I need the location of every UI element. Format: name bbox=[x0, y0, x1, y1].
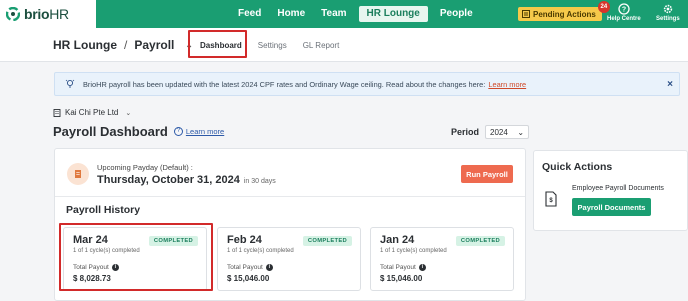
svg-text:$: $ bbox=[549, 198, 553, 204]
payday-label: Upcoming Payday (Default) : bbox=[97, 163, 193, 172]
brand-logo[interactable]: brioHR bbox=[0, 0, 96, 28]
page-title-row: Payroll Dashboard ? Learn more bbox=[53, 124, 224, 139]
chevron-down-icon: ⌄ bbox=[125, 109, 132, 117]
nav-item-home[interactable]: Home bbox=[269, 0, 313, 28]
total-payout-label: Total Payout bbox=[227, 264, 263, 271]
pending-actions-button[interactable]: Pending Actions 24 bbox=[518, 1, 610, 21]
cycle-month: Feb 24 bbox=[227, 234, 262, 246]
banner-text: BrioHR payroll has been updated with the… bbox=[83, 79, 486, 89]
total-payout-amount: $ 15,046.00 bbox=[227, 274, 270, 283]
nav-item-feed[interactable]: Feed bbox=[230, 0, 269, 28]
page-learn-more-link[interactable]: ? Learn more bbox=[173, 127, 225, 136]
cycle-progress-text: 1 of 1 cycle(s) completed bbox=[73, 248, 140, 254]
payroll-history-title: Payroll History bbox=[66, 204, 141, 216]
payday-date: Thursday, October 31, 2024 bbox=[97, 174, 240, 186]
period-value: 2024 bbox=[490, 127, 508, 137]
payday-days: in 30 days bbox=[243, 178, 276, 185]
divider bbox=[55, 196, 525, 197]
status-badge: COMPLETED bbox=[302, 236, 352, 246]
banner-learn-more-link[interactable]: Learn more bbox=[488, 80, 526, 89]
sub-tabs: Dashboard Settings GL Report bbox=[192, 40, 347, 52]
period-filter: Period 2024 ⌄ bbox=[451, 125, 530, 139]
cycle-progress-text: 1 of 1 cycle(s) completed bbox=[227, 248, 294, 254]
help-icon: ? bbox=[618, 3, 630, 15]
tab-settings[interactable]: Settings bbox=[250, 40, 295, 52]
payroll-cycle-card[interactable]: Jan 24 COMPLETED 1 of 1 cycle(s) complet… bbox=[370, 227, 514, 291]
cycle-month: Jan 24 bbox=[380, 234, 415, 246]
total-payout-label-row: Total Payout i bbox=[380, 264, 426, 271]
total-payout-label: Total Payout bbox=[73, 264, 109, 271]
status-badge: COMPLETED bbox=[455, 236, 505, 246]
quick-actions-panel: Quick Actions $ Employee Payroll Documen… bbox=[533, 150, 688, 231]
breadcrumb-separator: / bbox=[124, 38, 128, 52]
svg-text:?: ? bbox=[622, 7, 626, 14]
payslip-icon bbox=[75, 170, 81, 178]
page-learn-more-label: Learn more bbox=[185, 127, 225, 136]
payroll-documents-button[interactable]: Payroll Documents bbox=[572, 198, 651, 216]
company-selector[interactable]: Kai Chi Pte Ltd ⌄ bbox=[53, 108, 131, 117]
payroll-panel: Upcoming Payday (Default) : Thursday, Oc… bbox=[54, 148, 526, 301]
lightbulb-icon bbox=[65, 79, 75, 88]
main-nav: Feed Home Team HR Lounge People bbox=[230, 0, 481, 28]
nav-item-hr-lounge[interactable]: HR Lounge bbox=[358, 6, 428, 22]
period-label: Period bbox=[451, 127, 480, 137]
settings-button[interactable]: Settings bbox=[656, 3, 680, 22]
info-icon[interactable]: i bbox=[418, 264, 426, 271]
company-name: Kai Chi Pte Ltd bbox=[65, 108, 119, 117]
sub-header: HR Lounge / Payroll ⌄ Dashboard Settings… bbox=[0, 28, 688, 62]
total-payout-label-row: Total Payout i bbox=[73, 264, 119, 271]
payroll-cycle-card[interactable]: Feb 24 COMPLETED 1 of 1 cycle(s) complet… bbox=[217, 227, 361, 291]
chevron-down-icon: ⌄ bbox=[517, 127, 525, 137]
breadcrumb-root[interactable]: HR Lounge bbox=[53, 38, 117, 52]
pending-actions-label: Pending Actions bbox=[533, 9, 596, 19]
payday-date-row: Thursday, October 31, 2024 in 30 days bbox=[97, 174, 276, 186]
cycle-progress-text: 1 of 1 cycle(s) completed bbox=[380, 248, 447, 254]
gear-icon bbox=[663, 4, 673, 14]
period-select[interactable]: 2024 ⌄ bbox=[485, 125, 530, 139]
help-centre-button[interactable]: ? Help Centre bbox=[607, 3, 641, 22]
quick-action-item-label: Employee Payroll Documents bbox=[572, 185, 664, 192]
total-payout-amount: $ 8,028.73 bbox=[73, 274, 111, 283]
announcement-banner: BrioHR payroll has been updated with the… bbox=[54, 72, 680, 96]
nav-item-people[interactable]: People bbox=[432, 0, 481, 28]
info-icon[interactable]: i bbox=[111, 264, 119, 271]
help-icon: ? bbox=[173, 127, 183, 136]
run-payroll-button[interactable]: Run Payroll bbox=[461, 165, 513, 183]
breadcrumb: HR Lounge / Payroll ⌄ bbox=[53, 38, 193, 52]
total-payout-label: Total Payout bbox=[380, 264, 416, 271]
brand-name: brioHR bbox=[24, 6, 69, 22]
total-payout-label-row: Total Payout i bbox=[227, 264, 273, 271]
tab-dashboard[interactable]: Dashboard bbox=[192, 40, 250, 52]
checklist-icon bbox=[522, 10, 530, 18]
building-icon bbox=[53, 108, 61, 117]
page-title: Payroll Dashboard bbox=[53, 124, 168, 139]
brand-logo-icon bbox=[6, 7, 20, 21]
status-badge: COMPLETED bbox=[148, 236, 198, 246]
close-icon[interactable]: × bbox=[667, 79, 673, 90]
breadcrumb-current[interactable]: Payroll bbox=[134, 38, 174, 52]
nav-item-team[interactable]: Team bbox=[313, 0, 354, 28]
cycle-month: Mar 24 bbox=[73, 234, 108, 246]
help-centre-label: Help Centre bbox=[607, 16, 641, 22]
payroll-cycle-card[interactable]: Mar 24 COMPLETED 1 of 1 cycle(s) complet… bbox=[63, 227, 207, 291]
total-payout-amount: $ 15,046.00 bbox=[380, 274, 423, 283]
settings-label: Settings bbox=[656, 16, 680, 22]
top-navigation-bar: brioHR Feed Home Team HR Lounge People P… bbox=[0, 0, 688, 28]
quick-actions-title: Quick Actions bbox=[542, 161, 613, 173]
document-icon: $ bbox=[545, 191, 557, 207]
payday-icon-badge bbox=[67, 163, 89, 185]
info-icon[interactable]: i bbox=[265, 264, 273, 271]
tab-gl-report[interactable]: GL Report bbox=[295, 40, 348, 52]
